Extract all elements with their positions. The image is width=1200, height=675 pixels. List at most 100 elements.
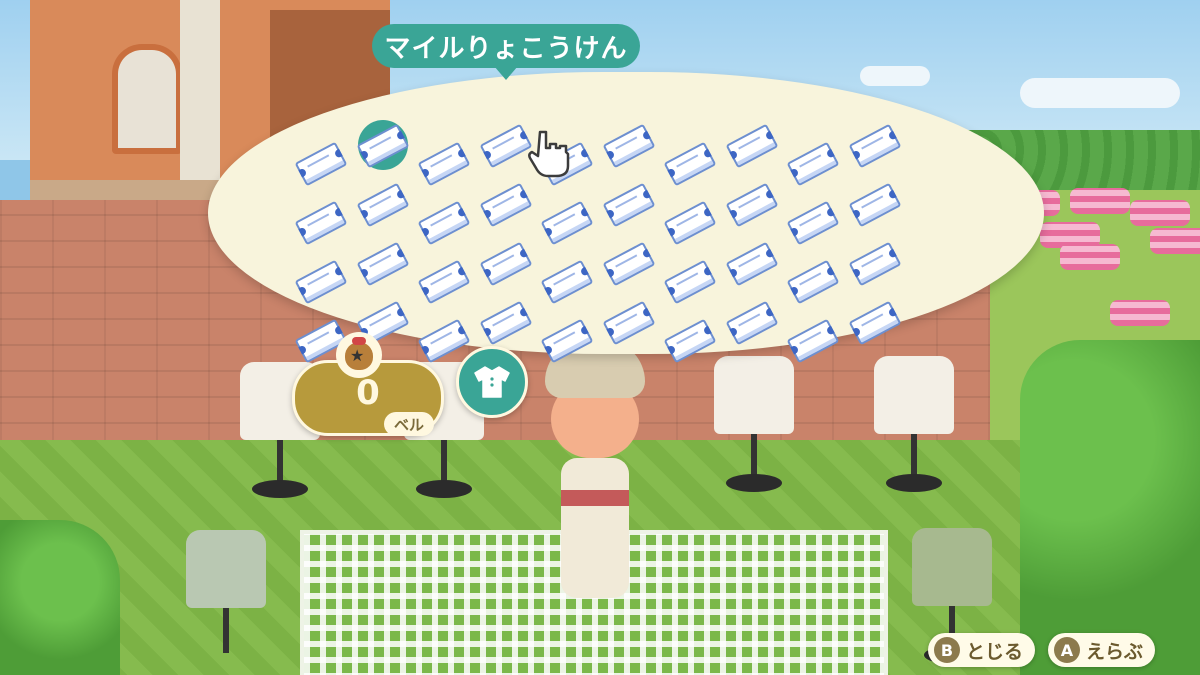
nook-miles-ticket-icon [479,300,532,346]
nook-miles-ticket-icon [417,200,471,246]
nook-miles-ticket-icon [540,200,594,246]
nook-miles-ticket-icon [848,123,901,169]
nook-miles-ticket-icon [294,259,348,305]
nook-miles-ticket-icon [786,318,840,364]
hedge [0,520,120,675]
hedge [1020,340,1200,675]
cloud [860,66,930,86]
bells-value: 0 [356,373,380,413]
item-slot[interactable] [848,300,901,346]
nook-miles-ticket-icon [663,318,717,364]
nook-miles-ticket-icon [725,182,778,228]
nook-miles-ticket-icon [725,300,778,346]
item-slot[interactable] [417,200,471,246]
item-slot[interactable] [725,182,778,228]
nook-miles-ticket-icon [663,200,717,246]
pink-shirt-display [1070,188,1130,214]
item-name-tab-pointer [494,66,518,80]
shirt-icon [474,366,510,398]
nook-miles-ticket-icon [540,259,594,305]
pink-shirt-display [1150,228,1200,254]
nook-miles-ticket-icon [848,241,901,287]
item-slot[interactable] [786,318,840,364]
nook-miles-ticket-icon [417,141,471,187]
nook-miles-ticket-icon [725,123,778,169]
nook-miles-ticket-icon [479,123,532,169]
item-slot[interactable] [356,241,409,287]
item-slot[interactable] [417,259,471,305]
pointer-hand-icon [528,130,570,178]
nook-miles-ticket-icon [294,200,348,246]
close-label: とじる [966,640,1024,663]
item-slot[interactable] [848,241,901,287]
item-slot[interactable] [294,200,348,246]
cloud [1020,78,1180,108]
item-slot[interactable] [294,141,348,187]
nook-miles-ticket-icon [540,318,594,364]
item-slot[interactable] [786,200,840,246]
nook-miles-ticket-icon [417,259,471,305]
item-slot[interactable] [602,241,655,287]
item-slot[interactable] [663,318,717,364]
nook-miles-ticket-icon [848,300,901,346]
item-slot[interactable] [725,300,778,346]
item-slot[interactable] [663,259,717,305]
nook-miles-ticket-icon [356,241,409,287]
nook-miles-ticket-icon [294,141,348,187]
pink-shirt-display [1110,300,1170,326]
item-slot[interactable] [294,259,348,305]
clothing-button[interactable] [456,346,528,418]
item-slot[interactable] [540,259,594,305]
nook-miles-ticket-icon [725,241,778,287]
item-slot[interactable] [417,318,471,364]
item-slot[interactable] [417,141,471,187]
bells-unit-label: ベル [384,412,434,436]
player-character [535,340,655,605]
item-slot[interactable] [479,182,532,228]
close-button-hint[interactable]: B とじる [928,633,1036,667]
item-slot[interactable] [540,200,594,246]
nook-miles-ticket-icon [602,300,655,346]
item-menu-bubble [208,72,1044,364]
nook-miles-ticket-icon [602,241,655,287]
item-slot[interactable] [540,318,594,364]
nook-miles-ticket-icon [848,182,901,228]
nook-miles-ticket-icon [356,182,409,228]
item-slot[interactable] [479,123,532,169]
item-slot[interactable] [786,141,840,187]
item-slot[interactable] [479,241,532,287]
item-slot[interactable] [479,300,532,346]
item-slot[interactable] [602,300,655,346]
item-slot[interactable] [725,241,778,287]
nook-miles-ticket-icon [663,141,717,187]
select-label: えらぶ [1086,640,1144,663]
nook-miles-ticket-icon [786,259,840,305]
nook-miles-ticket-icon [602,123,655,169]
nook-miles-ticket-icon [786,200,840,246]
item-slot[interactable] [663,141,717,187]
item-slot[interactable] [786,259,840,305]
nook-miles-ticket-icon [602,182,655,228]
item-slot[interactable] [356,182,409,228]
nook-miles-ticket-icon [479,241,532,287]
item-slot[interactable] [602,123,655,169]
arched-window [112,44,182,154]
item-name-tab: マイルりょこうけん [372,24,640,68]
item-slot[interactable] [356,120,409,170]
a-button-icon: A [1054,637,1080,663]
item-slot[interactable] [663,200,717,246]
select-button-hint[interactable]: A えらぶ [1048,633,1156,667]
bell-bag-icon: ★ [336,332,382,378]
item-slot[interactable] [602,182,655,228]
pink-shirt-display [1130,200,1190,226]
item-slot[interactable] [848,182,901,228]
nook-miles-ticket-icon [356,123,409,169]
b-button-icon: B [934,637,960,663]
item-slot[interactable] [725,123,778,169]
nook-miles-ticket-icon [479,182,532,228]
nook-miles-ticket-icon [417,318,471,364]
pink-shirt-display [1060,244,1120,270]
nook-miles-ticket-icon [786,141,840,187]
nook-miles-ticket-icon [663,259,717,305]
item-slot[interactable] [848,123,901,169]
